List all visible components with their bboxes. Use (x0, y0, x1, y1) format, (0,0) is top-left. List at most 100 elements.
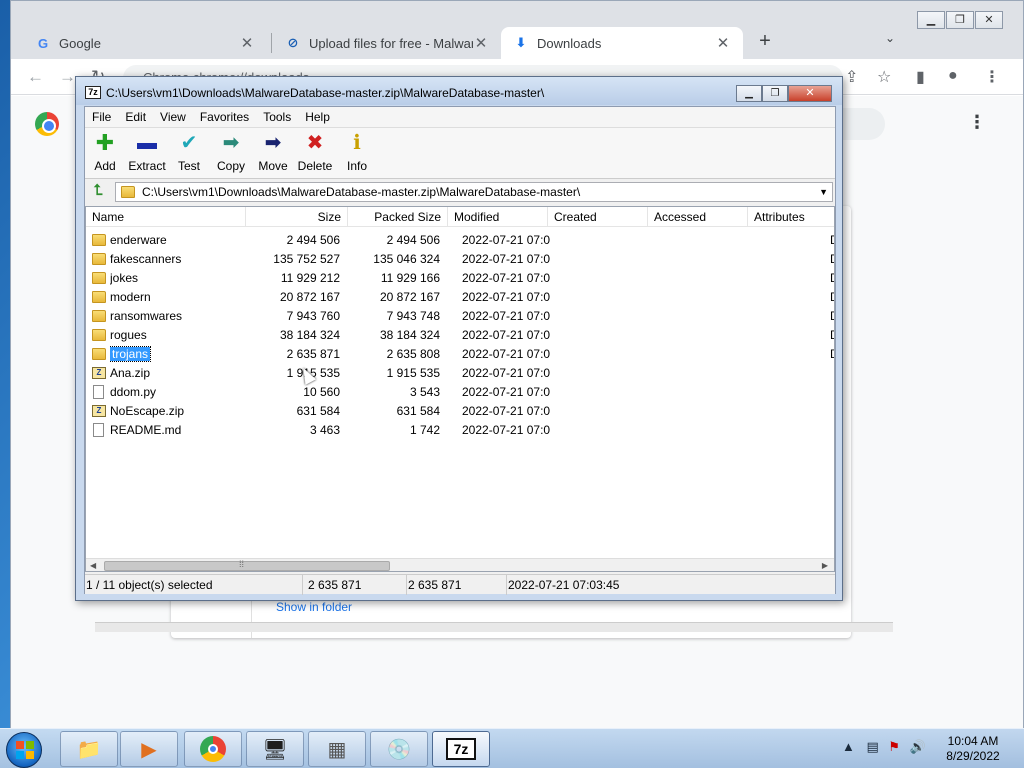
column-modified[interactable]: Modified (448, 207, 548, 227)
taskbar-explorer[interactable]: 📁 (60, 731, 118, 767)
more-options-icon[interactable]: ⋮ (968, 112, 986, 133)
delete-button[interactable]: ✖ Delete (293, 132, 337, 173)
scroll-left-icon[interactable]: ◀ (90, 559, 96, 571)
volume-icon[interactable]: 🔊 (910, 739, 926, 754)
file-size: 2 494 506 (286, 233, 340, 247)
column-accessed[interactable]: Accessed (648, 207, 748, 227)
file-row[interactable]: fakescanners 135 752 527 135 046 324 2022-0… (86, 250, 834, 269)
minimize-button[interactable]: ▁ (917, 11, 945, 29)
tab-google[interactable]: G Google ✕ (23, 27, 267, 59)
test-button[interactable]: ✔ Test (167, 132, 211, 173)
path-combobox[interactable]: C:\Users\vm1\Downloads\MalwareDatabase-m… (115, 182, 833, 202)
start-button[interactable] (6, 732, 42, 768)
file-size: 11 929 212 (280, 271, 340, 285)
file-name-text: rogues (110, 328, 147, 342)
minimize-button[interactable]: ▁ (736, 85, 762, 102)
network-icon[interactable]: ▤ (867, 739, 879, 754)
folder-icon (92, 329, 106, 341)
side-panel-icon[interactable]: ▮ (916, 67, 925, 87)
file-row[interactable]: trojans 2 635 871 2 635 808 2022-07-21 07:0… (86, 345, 834, 364)
bookmark-star-icon[interactable]: ☆ (877, 67, 891, 87)
scroll-right-icon[interactable]: ▶ (822, 559, 828, 571)
file-row[interactable]: enderware 2 494 506 2 494 506 2022-07-21 07… (86, 231, 834, 250)
close-button[interactable]: ✕ (788, 85, 832, 102)
up-folder-icon[interactable]: ⮤ (88, 182, 108, 202)
action-center-icon[interactable]: ⚑ (888, 739, 900, 754)
page-horizontal-scrollbar[interactable] (95, 622, 893, 632)
file-name-text: README.md (110, 423, 182, 437)
add-label: Add (94, 159, 116, 173)
file-row[interactable]: rogues 38 184 324 38 184 324 2022-07-21 07:… (86, 326, 834, 345)
sevenzip-titlebar[interactable]: 7z C:\Users\vm1\Downloads\MalwareDatabas… (76, 77, 842, 105)
menu-file[interactable]: File (92, 110, 111, 124)
file-row[interactable]: ddom.py 10 560 3 543 2022-07-21 07:03 (86, 383, 834, 402)
file-packed-size: 2 635 808 (386, 347, 440, 361)
file-row[interactable]: README.md 3 463 1 742 2022-07-21 07:03 (86, 421, 834, 440)
close-icon[interactable]: ✕ (239, 34, 255, 52)
file-packed-size: 631 584 (396, 404, 440, 418)
taskbar-control-panel[interactable]: 🖥 (246, 731, 304, 767)
file-row[interactable]: Ana.zip 1 915 535 1 915 535 2022-07-21 07:0… (86, 364, 834, 383)
scrollbar-thumb[interactable] (104, 559, 390, 571)
extract-label: Extract (128, 159, 166, 173)
column-size[interactable]: Size (246, 207, 348, 227)
extract-button[interactable]: ▬ Extract (125, 132, 169, 173)
file-packed-size: 135 046 324 (373, 252, 440, 266)
close-button[interactable]: ✕ (975, 11, 1003, 29)
taskbar-media-player[interactable]: ▶ (120, 731, 178, 767)
maximize-button[interactable]: ❐ (762, 85, 788, 102)
menu-icon[interactable]: ⋮ (984, 67, 1000, 87)
folder-icon (92, 234, 106, 246)
extract-icon: ▬ (137, 132, 157, 154)
column-packed-size[interactable]: Packed Size (348, 207, 448, 227)
column-name[interactable]: Name (86, 207, 246, 227)
chevron-down-icon[interactable]: ⌄ (885, 31, 895, 45)
profile-icon[interactable]: ● (948, 67, 958, 85)
clock[interactable]: 10:04 AM 8/29/2022 (938, 734, 1008, 764)
menu-favorites[interactable]: Favorites (200, 110, 249, 124)
show-in-folder-link[interactable]: Show in folder (276, 600, 352, 614)
new-tab-button[interactable]: + (753, 30, 777, 54)
taskbar-firewall[interactable]: ▦ (308, 731, 366, 767)
file-name-text: NoEscape.zip (110, 404, 185, 418)
maximize-button[interactable]: ❐ (946, 11, 974, 29)
taskbar-chrome[interactable] (184, 731, 242, 767)
tab-downloads[interactable]: ⬇ Downloads ✕ (501, 27, 743, 59)
menu-edit[interactable]: Edit (125, 110, 146, 124)
file-modified: 2022-07-21 07:03 (462, 404, 550, 418)
list-horizontal-scrollbar[interactable]: ◀ ▶ (86, 558, 834, 571)
document-icon (93, 423, 104, 437)
file-name: ransomwares (110, 307, 250, 326)
column-attributes[interactable]: Attributes (748, 207, 834, 227)
menu-help[interactable]: Help (305, 110, 330, 124)
forward-icon[interactable]: → (59, 67, 76, 87)
chevron-down-icon[interactable]: ▼ (819, 183, 828, 201)
close-icon[interactable]: ✕ (715, 34, 731, 52)
move-button[interactable]: ➡ Move (251, 132, 295, 173)
tray-expand-icon[interactable]: ▲ (842, 739, 855, 754)
file-attributes: D (830, 288, 834, 307)
copy-button[interactable]: ➡ Copy (209, 132, 253, 173)
tab-upload[interactable]: ⊘ Upload files for free - MalwareDatabas… (273, 27, 501, 59)
column-created[interactable]: Created (548, 207, 648, 227)
file-name: rogues (110, 326, 250, 345)
file-list[interactable]: Name Size Packed Size Modified Created A… (85, 206, 835, 572)
file-attributes (830, 421, 834, 440)
add-button[interactable]: ✚ Add (83, 132, 127, 174)
menu-view[interactable]: View (160, 110, 186, 124)
file-row[interactable]: NoEscape.zip 631 584 631 584 2022-07-21 07:… (86, 402, 834, 421)
file-row[interactable]: ransomwares 7 943 760 7 943 748 2022-07-21 … (86, 307, 834, 326)
taskbar-disk-tool[interactable]: 💿 (370, 731, 428, 767)
taskbar-sevenzip[interactable]: 7z (432, 731, 490, 767)
file-row[interactable]: modern 20 872 167 20 872 167 2022-07-21 07:… (86, 288, 834, 307)
tab-title: Google (59, 35, 101, 51)
chrome-tabstrip: G Google ✕ ⊘ Upload files for free - Mal… (11, 1, 1023, 59)
info-button[interactable]: ℹ Info (335, 132, 379, 173)
file-row[interactable]: jokes 11 929 212 11 929 166 2022-07-21 07:0… (86, 269, 834, 288)
share-icon[interactable]: ⇪ (845, 67, 858, 87)
menu-tools[interactable]: Tools (263, 110, 291, 124)
back-icon[interactable]: ← (27, 67, 44, 87)
close-icon[interactable]: ✕ (473, 34, 489, 52)
folder-icon (92, 348, 106, 360)
sevenzip-toolbar: ✚ Add ▬ Extract ✔ Test ➡ Copy ➡ Move ✖ D… (85, 127, 835, 179)
